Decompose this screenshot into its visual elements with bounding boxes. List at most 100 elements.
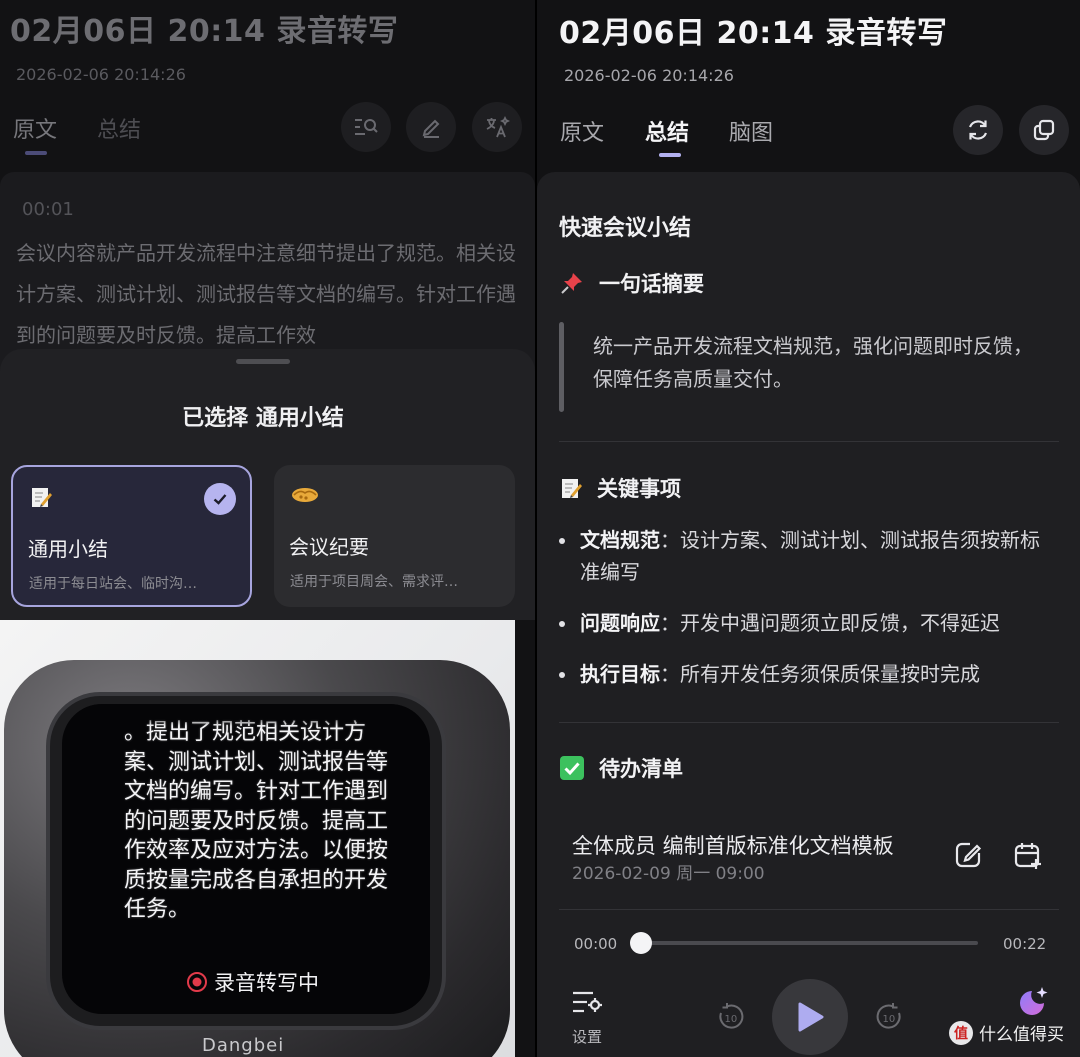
recording-status: 录音转写中 xyxy=(186,967,319,997)
key-item: 问题响应：开发中遇问题须立即反馈，不得延迟 xyxy=(559,607,1049,639)
memo-icon xyxy=(562,479,582,498)
option-name: 通用小结 xyxy=(28,537,108,561)
tab-mindmap[interactable]: 脑图 xyxy=(729,115,773,147)
search-text-button[interactable] xyxy=(341,102,391,152)
player-progress-track[interactable] xyxy=(641,941,978,945)
key-item-sep: ： xyxy=(660,662,680,686)
key-items-header: 关键事项 xyxy=(559,473,681,503)
timestamp: 2026-02-06 20:14:26 xyxy=(564,66,734,85)
play-icon xyxy=(798,1002,824,1032)
todo-edit-button[interactable] xyxy=(951,838,985,872)
todo-header: 待办清单 xyxy=(559,753,683,783)
rewind-10-icon: 10 xyxy=(719,1003,744,1029)
bullet-dot xyxy=(559,621,565,627)
tab-original[interactable]: 原文 xyxy=(560,115,604,147)
divider xyxy=(559,909,1059,910)
key-item-sep: ： xyxy=(660,528,680,552)
svg-text:10: 10 xyxy=(725,1014,738,1025)
option-general-summary[interactable]: 通用小结 适用于每日站会、临时沟… xyxy=(11,465,252,607)
key-item-text: 开发中遇问题须立即反馈，不得延迟 xyxy=(680,611,1000,635)
page-title: 02月06日 20:14 录音转写 xyxy=(559,16,948,51)
bullet-dot xyxy=(559,672,565,678)
device-photo: 。提出了规范相关设计方案、测试计划、测试报告等文档的编写。针对工作遇到的问题要及… xyxy=(0,620,515,1057)
watermark-logo: 值 xyxy=(949,1020,973,1045)
one-line-summary-text: 统一产品开发流程文档规范，强化问题即时反馈，保障任务高质量交付。 xyxy=(593,334,1033,391)
pushpin-icon xyxy=(561,273,582,294)
right-screenshot: 02月06日 20:14 录音转写 2026-02-06 20:14:26 原文… xyxy=(537,0,1080,1057)
todo-item-title: 全体成员 编制首版标准化文档模板 xyxy=(572,834,894,858)
key-item-label: 文档规范 xyxy=(580,528,660,552)
divider xyxy=(559,441,1059,442)
sheet-title: 已选择 通用小结 xyxy=(182,406,344,431)
tab-indicator xyxy=(25,151,47,155)
watermark-text: 什么值得买 xyxy=(979,1025,1064,1045)
summary-template-sheet: 已选择 通用小结 通用小结 适用于每日站会、临时沟… 会议纪要 适用于项目周会、… xyxy=(0,349,535,620)
summary-heading: 快速会议小结 xyxy=(559,216,692,241)
option-desc: 适用于项目周会、需求评… xyxy=(290,574,458,590)
ai-assistant-button[interactable] xyxy=(1015,985,1051,1021)
regenerate-button[interactable] xyxy=(953,105,1003,155)
page-title: 02月06日 20:14 录音转写 xyxy=(10,14,399,49)
settings-button[interactable] xyxy=(571,988,603,1016)
device-screen: 。提出了规范相关设计方案、测试计划、测试报告等文档的编写。针对工作遇到的问题要及… xyxy=(62,704,430,1014)
memo-icon xyxy=(29,485,53,513)
screen-fade xyxy=(62,704,430,726)
transcript-text: 会议内容就产品开发流程中注意细节提出了规范。相关设计方案、测试计划、测试报告等文… xyxy=(16,241,516,347)
todo-item-date: 2026-02-09 周一 09:00 xyxy=(572,864,765,884)
translate-icon xyxy=(486,115,510,138)
timestamp: 2026-02-06 20:14:26 xyxy=(16,65,186,84)
transcript-time: 00:01 xyxy=(22,199,74,220)
tab-indicator xyxy=(659,153,681,157)
key-item: 文档规范：设计方案、测试计划、测试报告须按新标准编写 xyxy=(559,524,1049,588)
one-line-summary-header: 一句话摘要 xyxy=(559,268,704,298)
play-button[interactable] xyxy=(772,979,848,1055)
device-screen-text: 。提出了规范相关设计方案、测试计划、测试报告等文档的编写。针对工作遇到的问题要及… xyxy=(124,720,389,922)
recorder-device: 。提出了规范相关设计方案、测试计划、测试报告等文档的编写。针对工作遇到的问题要及… xyxy=(4,660,510,1057)
search-text-icon xyxy=(355,119,378,135)
forward-10-button[interactable]: 10 xyxy=(873,1001,905,1033)
copy-button[interactable] xyxy=(1019,105,1069,155)
left-screenshot: 02月06日 20:14 录音转写 2026-02-06 20:14:26 原文… xyxy=(0,0,535,1057)
sheet-drag-handle[interactable] xyxy=(236,359,290,364)
option-name: 会议纪要 xyxy=(289,535,369,559)
checkbox-checked-icon xyxy=(560,756,584,780)
refresh-icon xyxy=(968,120,988,140)
edit-button[interactable] xyxy=(406,102,456,152)
ai-sparkle-icon xyxy=(1020,987,1048,1015)
player-current-time: 00:00 xyxy=(574,935,618,953)
rewind-10-button[interactable]: 10 xyxy=(715,1001,747,1033)
calendar-add-icon xyxy=(1014,843,1041,869)
translate-button[interactable] xyxy=(472,102,522,152)
tab-summary[interactable]: 总结 xyxy=(97,112,141,144)
player-progress-knob[interactable] xyxy=(630,932,652,954)
watermark: 值 什么值得买 xyxy=(949,1020,1064,1045)
divider xyxy=(559,722,1059,723)
key-item-text: 所有开发任务须保质保量按时完成 xyxy=(680,662,980,686)
handshake-icon xyxy=(290,483,320,511)
copy-icon xyxy=(1033,119,1055,141)
tab-original[interactable]: 原文 xyxy=(13,112,57,144)
forward-10-icon: 10 xyxy=(876,1003,901,1029)
one-line-summary-title: 一句话摘要 xyxy=(599,272,704,296)
key-item-label: 执行目标 xyxy=(580,662,660,686)
key-items-title: 关键事项 xyxy=(597,477,681,501)
tab-summary[interactable]: 总结 xyxy=(645,115,689,147)
device-brand: Dangbei xyxy=(202,1035,285,1056)
edit-pen-icon xyxy=(422,119,440,138)
option-meeting-minutes[interactable]: 会议纪要 适用于项目周会、需求评… xyxy=(274,465,515,607)
add-to-calendar-button[interactable] xyxy=(1011,838,1045,872)
key-item: 执行目标：所有开发任务须保质保量按时完成 xyxy=(559,658,1049,690)
selected-check-icon xyxy=(204,483,236,515)
svg-text:10: 10 xyxy=(883,1014,896,1025)
option-desc: 适用于每日站会、临时沟… xyxy=(29,576,197,592)
recording-status-text: 录音转写中 xyxy=(214,971,319,995)
key-item-sep: ： xyxy=(660,611,680,635)
key-item-label: 问题响应 xyxy=(580,611,660,635)
settings-sliders-icon xyxy=(573,991,602,1013)
edit-square-icon xyxy=(955,842,982,868)
player-total-time: 00:22 xyxy=(1003,935,1047,953)
todo-title: 待办清单 xyxy=(599,757,683,781)
settings-label: 设置 xyxy=(572,1028,603,1046)
bullet-dot xyxy=(559,538,565,544)
record-dot-icon xyxy=(187,972,207,992)
